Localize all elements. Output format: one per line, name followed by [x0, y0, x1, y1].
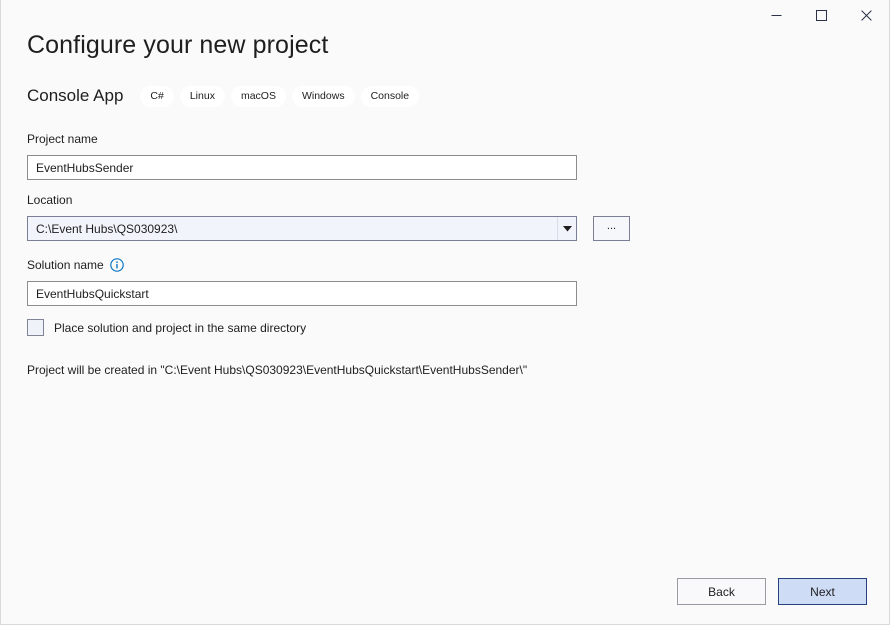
location-label: Location [27, 193, 72, 207]
maximize-button[interactable] [799, 0, 844, 30]
path-preview-text: Project will be created in "C:\Event Hub… [27, 363, 527, 377]
next-button[interactable]: Next [778, 578, 867, 605]
close-button[interactable] [844, 0, 889, 30]
tag-chip-console: Console [361, 86, 420, 107]
title-bar [1, 0, 889, 30]
tag-chip-linux: Linux [180, 86, 225, 107]
tag-chip-language: C# [140, 86, 173, 107]
maximize-icon [816, 10, 827, 21]
minimize-button[interactable] [754, 0, 799, 30]
same-directory-checkbox-row[interactable]: Place solution and project in the same d… [27, 319, 306, 336]
same-directory-checkbox[interactable] [27, 319, 44, 336]
minimize-icon [771, 10, 782, 21]
solution-name-input[interactable] [27, 281, 577, 306]
info-icon[interactable] [110, 258, 124, 272]
configure-project-dialog: Configure your new project Console App C… [0, 0, 890, 625]
template-name: Console App [27, 86, 123, 106]
back-button[interactable]: Back [677, 578, 766, 605]
location-value: C:\Event Hubs\QS030923\ [28, 222, 557, 236]
tag-chip-windows: Windows [292, 86, 355, 107]
tag-chip-macos: macOS [231, 86, 286, 107]
chevron-down-icon[interactable] [557, 217, 576, 240]
template-summary: Console App C# Linux macOS Windows Conso… [27, 86, 425, 107]
solution-name-label: Solution name [27, 258, 124, 272]
page-title: Configure your new project [27, 31, 328, 60]
same-directory-label: Place solution and project in the same d… [54, 321, 306, 335]
close-icon [861, 10, 872, 21]
browse-location-button[interactable]: ... [593, 216, 630, 241]
project-name-label: Project name [27, 132, 98, 146]
location-combobox[interactable]: C:\Event Hubs\QS030923\ [27, 216, 577, 241]
dialog-footer: Back Next [677, 578, 867, 605]
solution-name-label-text: Solution name [27, 258, 104, 272]
project-name-input[interactable] [27, 155, 577, 180]
